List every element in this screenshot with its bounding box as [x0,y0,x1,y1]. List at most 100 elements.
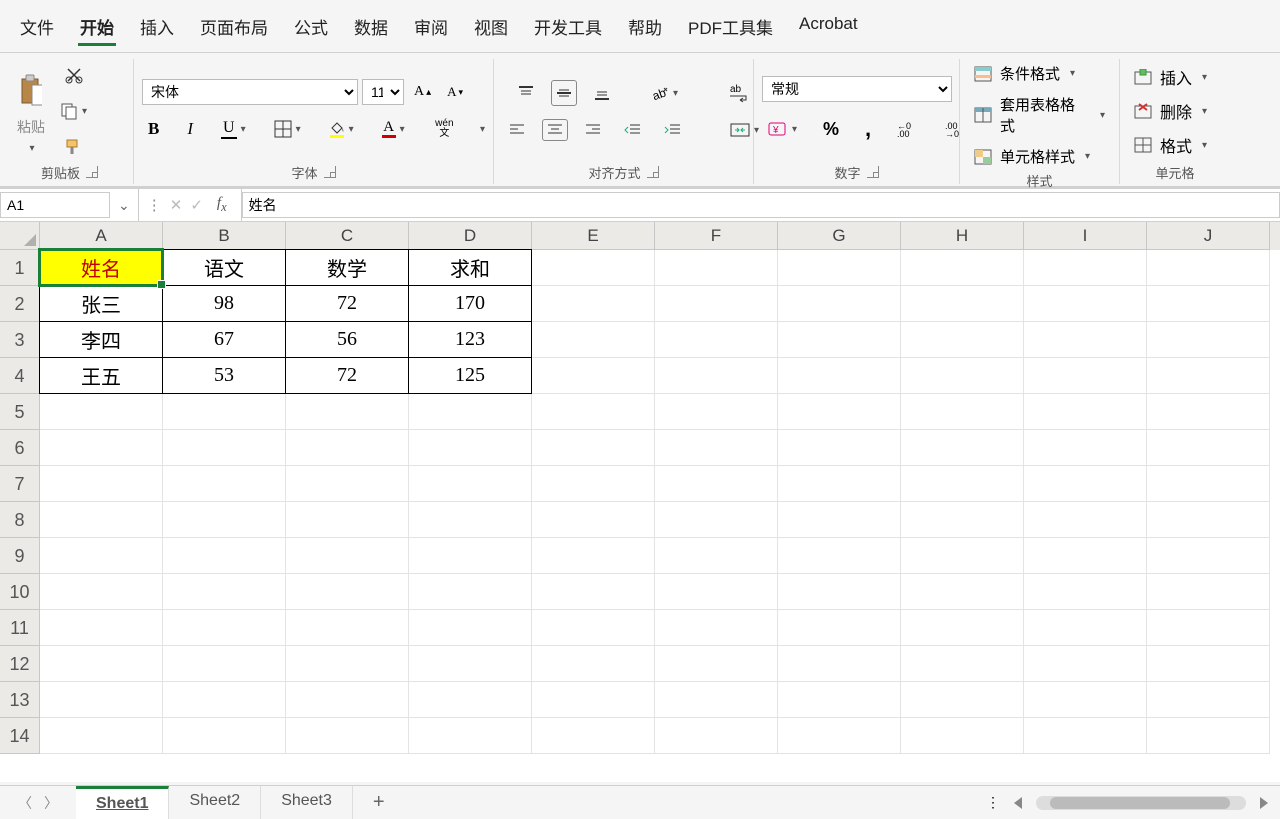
cell-C8[interactable] [286,502,409,538]
cell-G9[interactable] [778,538,901,574]
cell-A10[interactable] [40,574,163,610]
cell-G10[interactable] [778,574,901,610]
cell-B10[interactable] [163,574,286,610]
align-bottom-button[interactable] [587,80,617,106]
cell-E7[interactable] [532,466,655,502]
scroll-left-icon[interactable] [1014,797,1022,809]
col-header-A[interactable]: A [40,222,163,250]
cell-C1[interactable]: 数学 [285,249,409,286]
align-launcher-icon[interactable] [647,166,659,178]
cell-C9[interactable] [286,538,409,574]
cell-G2[interactable] [778,286,901,322]
cell-A1[interactable]: 姓名 [39,249,163,286]
cell-B9[interactable] [163,538,286,574]
cell-A7[interactable] [40,466,163,502]
cell-E11[interactable] [532,610,655,646]
col-header-I[interactable]: I [1024,222,1147,250]
cell-J14[interactable] [1147,718,1270,754]
cell-A2[interactable]: 张三 [39,285,163,322]
cell-B2[interactable]: 98 [162,285,286,322]
cell-B1[interactable]: 语文 [162,249,286,286]
cell-H12[interactable] [901,646,1024,682]
col-header-D[interactable]: D [409,222,532,250]
tab-prev-icon[interactable]: 〈 [18,793,32,813]
menu-data[interactable]: 数据 [352,10,390,46]
cell-F14[interactable] [655,718,778,754]
menu-pdftools[interactable]: PDF工具集 [686,10,775,46]
cell-F6[interactable] [655,430,778,466]
cell-G14[interactable] [778,718,901,754]
cell-I5[interactable] [1024,394,1147,430]
menu-file[interactable]: 文件 [18,10,56,46]
cell-J10[interactable] [1147,574,1270,610]
cell-D10[interactable] [409,574,532,610]
cell-J12[interactable] [1147,646,1270,682]
cell-F10[interactable] [655,574,778,610]
confirm-icon[interactable]: ✓ [190,196,203,214]
cell-H3[interactable] [901,322,1024,358]
number-format-select[interactable]: 常规 [762,76,952,102]
cell-A6[interactable] [40,430,163,466]
cell-A13[interactable] [40,682,163,718]
tab-next-icon[interactable]: 〉 [44,793,58,813]
cell-C2[interactable]: 72 [285,285,409,322]
cell-E12[interactable] [532,646,655,682]
cell-D4[interactable]: 125 [408,357,532,394]
cell-D1[interactable]: 求和 [408,249,532,286]
cell-E13[interactable] [532,682,655,718]
font-color-button[interactable]: A▾ [376,116,411,142]
cell-C10[interactable] [286,574,409,610]
cell-styles-button[interactable]: 单元格样式▾ [968,144,1111,169]
cell-B7[interactable] [163,466,286,502]
cell-I11[interactable] [1024,610,1147,646]
cell-H8[interactable] [901,502,1024,538]
cell-A11[interactable] [40,610,163,646]
cell-I10[interactable] [1024,574,1147,610]
menu-insert[interactable]: 插入 [138,10,176,46]
conditional-format-button[interactable]: 条件格式▾ [968,61,1111,86]
cell-I6[interactable] [1024,430,1147,466]
align-right-button[interactable] [578,119,608,141]
cell-B5[interactable] [163,394,286,430]
comma-button[interactable]: , [859,112,877,146]
menu-view[interactable]: 视图 [472,10,510,46]
cell-G1[interactable] [778,250,901,286]
col-header-G[interactable]: G [778,222,901,250]
spreadsheet-grid[interactable]: A B C D E F G H I J 1 2 3 4 5 6 7 8 9 10… [0,222,1280,782]
cell-F11[interactable] [655,610,778,646]
cell-F4[interactable] [655,358,778,394]
delete-cells-button[interactable]: 删除▾ [1128,97,1213,125]
cell-I3[interactable] [1024,322,1147,358]
menu-acrobat[interactable]: Acrobat [797,10,860,46]
cell-I12[interactable] [1024,646,1147,682]
sheet-tab-3[interactable]: Sheet3 [261,786,353,819]
orientation-button[interactable]: ab▾ [645,80,684,106]
cell-J6[interactable] [1147,430,1270,466]
cell-F1[interactable] [655,250,778,286]
menu-devtools[interactable]: 开发工具 [532,10,604,46]
decrease-font-button[interactable]: A▾ [441,80,469,104]
menu-home[interactable]: 开始 [78,10,116,46]
align-left-button[interactable] [502,119,532,141]
cell-D7[interactable] [409,466,532,502]
cell-E9[interactable] [532,538,655,574]
cell-A3[interactable]: 李四 [39,321,163,358]
cell-I1[interactable] [1024,250,1147,286]
name-box-dropdown[interactable]: ⌄ [110,189,139,221]
align-middle-button[interactable] [551,80,577,106]
cell-A5[interactable] [40,394,163,430]
cell-E5[interactable] [532,394,655,430]
name-box[interactable] [0,192,110,218]
cell-G8[interactable] [778,502,901,538]
cell-F8[interactable] [655,502,778,538]
cell-H7[interactable] [901,466,1024,502]
cell-F2[interactable] [655,286,778,322]
cell-J7[interactable] [1147,466,1270,502]
cell-G4[interactable] [778,358,901,394]
row-header-14[interactable]: 14 [0,718,40,754]
cell-I7[interactable] [1024,466,1147,502]
row-header-9[interactable]: 9 [0,538,40,574]
cell-I2[interactable] [1024,286,1147,322]
cell-B11[interactable] [163,610,286,646]
row-header-8[interactable]: 8 [0,502,40,538]
